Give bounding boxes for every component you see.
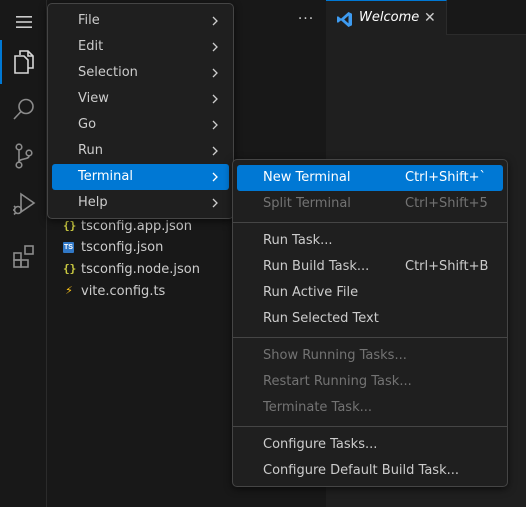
menu-item-label: Run Build Task... <box>263 259 370 274</box>
menu-separator <box>233 426 507 427</box>
menu-item-configure-default-build-task[interactable]: Configure Default Build Task... <box>237 458 503 484</box>
chevron-right-icon <box>212 68 218 78</box>
editor-tab-bar: Welcome ✕ <box>326 0 526 35</box>
menu-item-restart-running-task: Restart Running Task... <box>237 369 503 395</box>
extensions-icon[interactable] <box>0 234 47 278</box>
terminal-submenu: New Terminal Ctrl+Shift+` Split Terminal Ct… <box>232 159 508 487</box>
menu-item-terminal[interactable]: Terminal <box>52 164 229 190</box>
file-label: tsconfig.app.json <box>81 218 192 234</box>
menu-item-run[interactable]: Run <box>52 138 229 164</box>
menu-item-label: Run <box>78 143 103 158</box>
menu-item-label: Run Task... <box>263 233 333 248</box>
menu-item-label: File <box>78 13 100 28</box>
menu-item-selection[interactable]: Selection <box>52 60 229 86</box>
menu-item-edit[interactable]: Edit <box>52 34 229 60</box>
vscode-icon <box>336 11 353 32</box>
files-explorer-icon[interactable] <box>0 40 47 84</box>
menu-item-label: Split Terminal <box>263 196 351 211</box>
search-icon[interactable] <box>0 87 47 131</box>
menu-separator <box>233 222 507 223</box>
chevron-right-icon <box>212 198 218 208</box>
menu-item-label: Terminal <box>78 169 133 184</box>
menu-item-go[interactable]: Go <box>52 112 229 138</box>
menu-item-label: Run Selected Text <box>263 311 379 326</box>
menu-item-label: Configure Default Build Task... <box>263 463 459 478</box>
menu-item-run-active-file[interactable]: Run Active File <box>237 280 503 306</box>
activity-bar <box>0 0 47 507</box>
menu-item-split-terminal: Split Terminal Ctrl+Shift+5 <box>237 191 503 217</box>
menu-item-label: Show Running Tasks... <box>263 348 407 363</box>
more-actions-button[interactable]: ··· <box>294 8 318 32</box>
chevron-right-icon <box>212 120 218 130</box>
chevron-right-icon <box>212 16 218 26</box>
menu-item-label: Selection <box>78 65 138 80</box>
menu-item-label: Configure Tasks... <box>263 437 378 452</box>
chevron-right-icon <box>212 146 218 156</box>
menu-item-label: Run Active File <box>263 285 359 300</box>
source-control-icon[interactable] <box>0 134 47 178</box>
chevron-right-icon <box>212 42 218 52</box>
menu-item-show-running-tasks: Show Running Tasks... <box>237 343 503 369</box>
menu-item-terminate-task: Terminate Task... <box>237 395 503 421</box>
chevron-right-icon <box>212 94 218 104</box>
application-menu: File Edit Selection View Go Run Terminal Help <box>47 3 234 219</box>
ts-config-icon: TS <box>63 242 74 253</box>
keyboard-shortcut: Ctrl+Shift+B <box>405 259 489 274</box>
json-icon: {} <box>63 219 77 232</box>
menu-separator <box>233 337 507 338</box>
file-label: tsconfig.json <box>81 239 164 255</box>
menu-item-run-build-task[interactable]: Run Build Task... Ctrl+Shift+B <box>237 254 503 280</box>
chevron-right-icon <box>212 172 218 182</box>
menu-item-run-selected-text[interactable]: Run Selected Text <box>237 306 503 332</box>
menu-item-label: Restart Running Task... <box>263 374 412 389</box>
tab-welcome[interactable]: Welcome ✕ <box>326 0 447 35</box>
menu-item-label: New Terminal <box>263 170 351 185</box>
menu-item-run-task[interactable]: Run Task... <box>237 228 503 254</box>
menu-item-file[interactable]: File <box>52 8 229 34</box>
keyboard-shortcut: Ctrl+Shift+` <box>405 170 486 185</box>
run-debug-icon[interactable] <box>0 182 47 226</box>
menu-item-label: Go <box>78 117 97 132</box>
menu-item-label: View <box>78 91 109 106</box>
menu-item-view[interactable]: View <box>52 86 229 112</box>
keyboard-shortcut: Ctrl+Shift+5 <box>405 196 488 211</box>
tab-label: Welcome <box>359 10 420 25</box>
file-label: tsconfig.node.json <box>81 261 200 277</box>
menu-item-label: Edit <box>78 39 104 54</box>
hamburger-menu-icon[interactable] <box>0 0 47 44</box>
file-label: vite.config.ts <box>81 283 166 299</box>
vite-icon: ⚡ <box>65 284 73 297</box>
menu-item-label: Help <box>78 195 108 210</box>
close-icon[interactable]: ✕ <box>424 1 436 35</box>
json-icon: {} <box>63 262 77 275</box>
menu-item-help[interactable]: Help <box>52 190 229 216</box>
menu-item-configure-tasks[interactable]: Configure Tasks... <box>237 432 503 458</box>
menu-item-label: Terminate Task... <box>263 400 373 415</box>
menu-item-new-terminal[interactable]: New Terminal Ctrl+Shift+` <box>237 165 503 191</box>
